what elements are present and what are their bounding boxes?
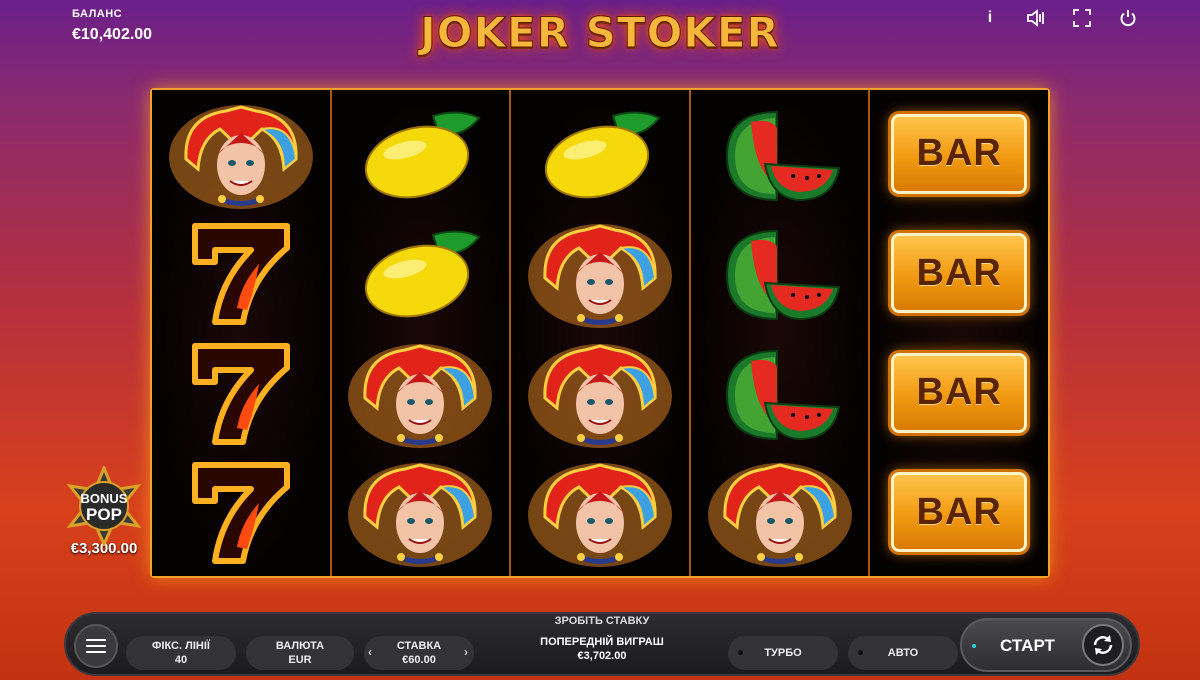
lemon-symbol (332, 214, 510, 334)
watermelon-symbol (691, 214, 869, 334)
bet-increase-button[interactable]: › (464, 645, 468, 659)
bar-symbol: BAR (870, 214, 1048, 334)
joker-symbol-icon (527, 463, 672, 568)
bar-symbol: BAR (870, 333, 1048, 453)
seven-symbol (152, 453, 330, 573)
balance-label: БАЛАНС (72, 8, 123, 20)
bar-symbol-label: BAR (916, 251, 1002, 294)
control-bar: ЗРОБІТЬ СТАВКУ ФІКС. ЛІНІЇ 40 ВАЛЮТА EUR… (64, 612, 1140, 676)
previous-win-display: ПОПЕРЕДНІЙ ВИГРАШ €3,702.00 (522, 636, 682, 662)
joker-symbol-icon (348, 463, 493, 568)
info-icon[interactable]: i (980, 8, 1000, 28)
reel-5: BAR BAR BAR BAR (870, 90, 1048, 576)
bar-symbol-label: BAR (916, 371, 1002, 414)
seven-symbol (152, 333, 330, 453)
seven-symbol-icon (191, 342, 290, 445)
start-button[interactable]: СТАРТ (960, 618, 1132, 672)
watermelon-symbol-icon (725, 230, 840, 321)
watermelon-symbol-icon (725, 110, 840, 201)
joker-symbol-icon (168, 104, 313, 209)
auto-toggle[interactable]: АВТО (848, 636, 958, 670)
joker-symbol (332, 453, 510, 573)
currency-label: ВАЛЮТА (275, 639, 325, 652)
watermelon-symbol-icon (725, 349, 840, 440)
hamburger-icon (86, 639, 106, 653)
bonus-line2: POP (86, 505, 122, 524)
balance-display: БАЛАНС €10,402.00 (72, 8, 152, 44)
sound-icon[interactable] (1026, 8, 1046, 28)
seven-symbol-icon (191, 223, 290, 326)
spin-icon[interactable] (1082, 624, 1124, 666)
joker-symbol-icon (707, 463, 852, 568)
joker-symbol (332, 333, 510, 453)
currency-selector[interactable]: ВАЛЮТА EUR (246, 636, 354, 670)
joker-symbol (511, 214, 689, 334)
bonus-pop-badge: BONUS POP (58, 464, 150, 548)
seven-symbol (152, 214, 330, 334)
top-toolbar: i (980, 8, 1138, 28)
turbo-label: ТУРБО (764, 647, 802, 659)
prev-win-label: ПОПЕРЕДНІЙ ВИГРАШ (540, 636, 664, 648)
lemon-symbol-icon (365, 111, 481, 199)
reel-2 (331, 90, 512, 576)
joker-symbol-icon (527, 224, 672, 329)
bar-symbol: BAR (870, 453, 1048, 573)
bet-label: СТАВКА (396, 639, 442, 652)
bar-symbol-label: BAR (916, 132, 1002, 175)
power-icon[interactable] (1118, 8, 1138, 28)
auto-indicator (858, 650, 863, 655)
bar-symbol-box: BAR (891, 472, 1028, 553)
reel-4 (690, 90, 871, 576)
lines-value: 40 (174, 653, 188, 666)
lemon-symbol (332, 94, 510, 214)
start-label: СТАРТ (1000, 636, 1055, 655)
bet-decrease-button[interactable]: ‹ (368, 645, 372, 659)
game-logo: JOKER STOKER (420, 8, 780, 58)
joker-symbol-icon (348, 343, 493, 448)
reel-1 (152, 90, 332, 576)
reel-grid: BAR BAR BAR BAR (150, 88, 1050, 578)
bar-symbol-label: BAR (916, 490, 1002, 533)
lemon-symbol-icon (365, 230, 481, 318)
currency-value: EUR (288, 653, 312, 666)
lines-label: ФІКС. ЛІНІЇ (152, 639, 210, 652)
joker-symbol-icon (527, 343, 672, 448)
bar-symbol-box: BAR (891, 233, 1028, 314)
bar-symbol-box: BAR (891, 113, 1028, 194)
joker-symbol (511, 333, 689, 453)
bonus-pop: BONUS POP €3,300.00 (56, 464, 152, 557)
auto-label: АВТО (887, 647, 919, 659)
turbo-toggle[interactable]: ТУРБО (728, 636, 838, 670)
bar-symbol: BAR (870, 94, 1048, 214)
bet-value: €60.00 (402, 653, 436, 666)
menu-button[interactable] (74, 624, 118, 668)
bonus-line1: BONUS (81, 491, 128, 506)
fixed-lines-display: ФІКС. ЛІНІЇ 40 (126, 636, 236, 670)
bet-stepper: ‹ СТАВКА €60.00 › (364, 636, 474, 670)
joker-symbol (691, 453, 869, 573)
reel-3 (511, 90, 691, 576)
lemon-symbol (511, 94, 689, 214)
watermelon-symbol (691, 333, 869, 453)
start-indicator (972, 644, 976, 648)
seven-symbol-icon (191, 462, 290, 565)
joker-symbol (511, 453, 689, 573)
prev-win-value: €3,702.00 (577, 650, 627, 662)
joker-symbol (152, 94, 330, 214)
fullscreen-icon[interactable] (1072, 8, 1092, 28)
lemon-symbol-icon (544, 111, 661, 199)
turbo-indicator (738, 650, 743, 655)
balance-value: €10,402.00 (72, 26, 153, 43)
watermelon-symbol (691, 94, 869, 214)
bar-symbol-box: BAR (891, 352, 1028, 433)
